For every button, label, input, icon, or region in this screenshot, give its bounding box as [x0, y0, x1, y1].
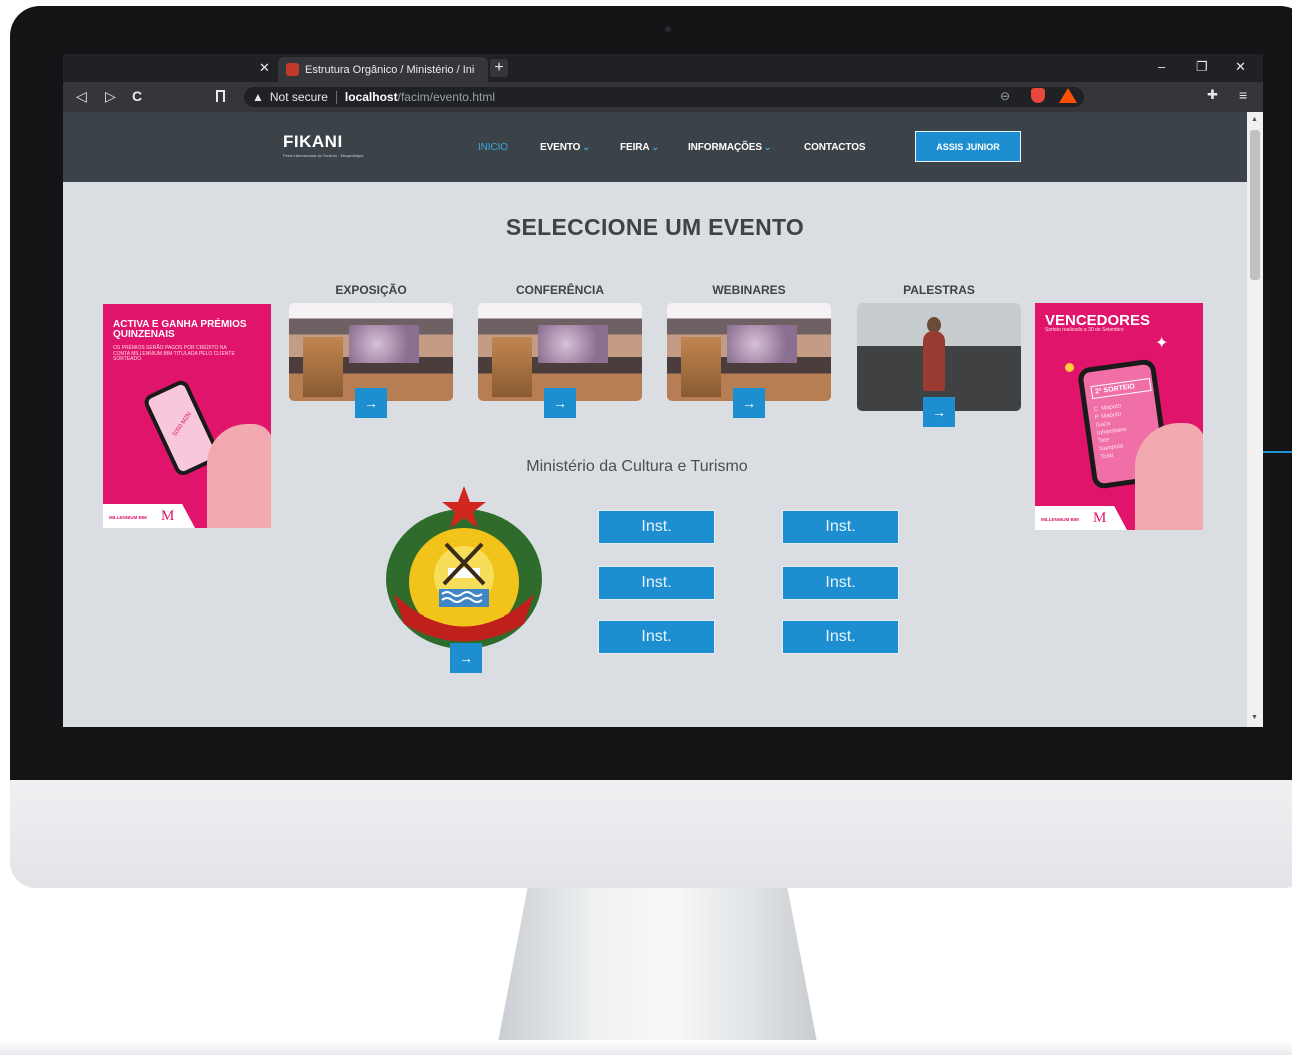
inst-button[interactable]: Inst. [782, 510, 899, 544]
nav-inicio[interactable]: INICIO [478, 142, 508, 153]
nav-informacoes[interactable]: INFORMAÇÕES ⌄ [688, 142, 771, 153]
nav-evento-label: EVENTO [540, 142, 581, 153]
desk-shadow [0, 1040, 1292, 1055]
back-icon[interactable]: ◁ [76, 88, 87, 105]
podium-image [492, 337, 532, 397]
podium-image [303, 337, 343, 397]
brave-shield-icon[interactable] [1031, 88, 1045, 103]
podium-image [681, 337, 721, 397]
monitor-chin [10, 780, 1292, 888]
url-divider [335, 90, 337, 104]
vertical-scrollbar[interactable]: ▲ ▼ [1247, 112, 1263, 727]
ad-banner-right[interactable]: VENCEDORES Sorteio realizado a 30 de Set… [1035, 303, 1203, 530]
logo-text: FIKANI [283, 132, 343, 151]
event-label-palestras: PALESTRAS [903, 283, 975, 297]
desktop-scene: Estrutura Orgânico / Ministério / Inicio… [0, 0, 1292, 1055]
nav-informacoes-label: INFORMAÇÕES [688, 142, 762, 153]
draw-label: 2º SORTEIO [1090, 377, 1152, 400]
event-label-conferencia: CONFERÊNCIA [515, 283, 604, 297]
camera-dot [665, 26, 671, 32]
ad-title: VENCEDORES [1045, 312, 1151, 329]
inst-button[interactable]: Inst. [782, 620, 899, 654]
coin-icon [1065, 363, 1074, 372]
arrow-right-button[interactable]: → [544, 388, 576, 418]
nav-feira-label: FEIRA [620, 142, 650, 153]
event-card-conferencia[interactable] [478, 303, 642, 401]
stage-screen-image [538, 325, 608, 363]
url-path: /facim/evento.html [397, 90, 495, 104]
warning-icon: ▲ [252, 90, 264, 104]
stage-screen-image [349, 325, 419, 363]
hand-illustration [1135, 423, 1203, 530]
site-header: FIKANI Feira Internacional de Turismo · … [63, 112, 1247, 182]
inst-button[interactable]: Inst. [598, 620, 715, 654]
tab-close-icon[interactable]: ✕ [259, 60, 270, 76]
chevron-down-icon: ⌄ [763, 142, 772, 152]
nav-feira[interactable]: FEIRA ⌄ [620, 142, 659, 153]
bookmark-icon[interactable] [216, 90, 225, 102]
event-card-palestras[interactable] [857, 303, 1021, 411]
nav-evento[interactable]: EVENTO ⌄ [540, 142, 590, 153]
chevron-down-icon: ⌄ [582, 142, 590, 152]
favicon-icon [286, 63, 299, 76]
ministry-title: Ministério da Cultura e Turismo [526, 458, 748, 475]
new-tab-button[interactable]: + [490, 59, 508, 77]
extensions-icon[interactable]: ✚ [1207, 87, 1218, 103]
site-logo[interactable]: FIKANI Feira Internacional de Turismo · … [283, 132, 363, 158]
stage-screen-image [727, 325, 797, 363]
hand-illustration [207, 424, 271, 528]
tab-bar: Estrutura Orgânico / Ministério / Inicio… [63, 54, 1263, 82]
zoom-icon[interactable]: ⊖ [1000, 89, 1010, 103]
security-label: Not secure [269, 90, 328, 104]
tab-active[interactable]: Estrutura Orgânico / Ministério / Inicio [278, 57, 488, 82]
scroll-up-icon[interactable]: ▲ [1251, 116, 1258, 123]
brave-rewards-icon[interactable] [1059, 88, 1077, 103]
page-title: SELECCIONE UM EVENTO [505, 214, 805, 240]
url-host: localhost [344, 90, 398, 104]
reload-icon[interactable]: C [132, 88, 142, 104]
bank-logo: M [161, 508, 175, 524]
arrow-right-button[interactable]: → [450, 643, 482, 673]
event-card-exposicao[interactable] [289, 303, 453, 401]
forward-icon[interactable]: ▷ [105, 88, 116, 105]
ad-title: ACTIVA E GANHA PRÉMIOS QUINZENAIS [113, 319, 247, 340]
speaker-image [923, 331, 945, 391]
tab-title: Estrutura Orgânico / Ministério / Inicio [305, 63, 475, 76]
bank-name: MILLENNIUM BIM [109, 515, 147, 520]
user-account-button[interactable]: ASSIS JUNIOR [915, 131, 1021, 162]
chevron-down-icon: ⌄ [651, 142, 660, 152]
ad-banner-left[interactable]: ACTIVA E GANHA PRÉMIOS QUINZENAIS OS PRÉ… [103, 304, 271, 528]
nav-contactos[interactable]: CONTACTOS [804, 142, 866, 153]
arrow-right-button[interactable]: → [923, 397, 955, 427]
winners-list: C. Maputo P. Maputo Gaza Inhambane Tete … [1093, 402, 1131, 462]
browser-window: Estrutura Orgânico / Ministério / Inicio… [63, 54, 1263, 727]
ad-amount: 5000 MZN [172, 411, 194, 438]
close-window-icon[interactable]: ✕ [1235, 59, 1246, 75]
scroll-down-icon[interactable]: ▼ [1251, 714, 1258, 721]
inst-button[interactable]: Inst. [598, 566, 715, 600]
event-card-webinares[interactable] [667, 303, 831, 401]
logo-subtitle: Feira Internacional de Turismo · Moçambi… [283, 153, 364, 158]
restore-icon[interactable]: ❐ [1196, 59, 1208, 75]
event-label-exposicao: EXPOSIÇÃO [335, 283, 407, 297]
url-bar[interactable]: ▲ Not secure localhost /facim/evento.htm… [244, 87, 1084, 107]
coat-of-arms-emblem[interactable] [384, 484, 544, 659]
arrow-right-button[interactable]: → [733, 388, 765, 418]
ad-subtitle: OS PRÉMIOS SERÃO PAGOS POR CRÉDITO NA CO… [113, 345, 235, 362]
monitor-stand [495, 888, 820, 1055]
sparkle-icon: ✦ [1155, 335, 1169, 352]
minimize-icon[interactable]: – [1158, 59, 1165, 74]
event-label-webinares: WEBINARES [712, 283, 786, 297]
arrow-right-button[interactable]: → [355, 388, 387, 418]
scrollbar-thumb[interactable] [1250, 130, 1260, 280]
inst-button[interactable]: Inst. [782, 566, 899, 600]
browser-menu-icon[interactable]: ≡ [1239, 87, 1247, 103]
bank-name: MILLENNIUM BIM [1041, 517, 1079, 522]
inst-button[interactable]: Inst. [598, 510, 715, 544]
bank-logo: M [1093, 510, 1107, 526]
